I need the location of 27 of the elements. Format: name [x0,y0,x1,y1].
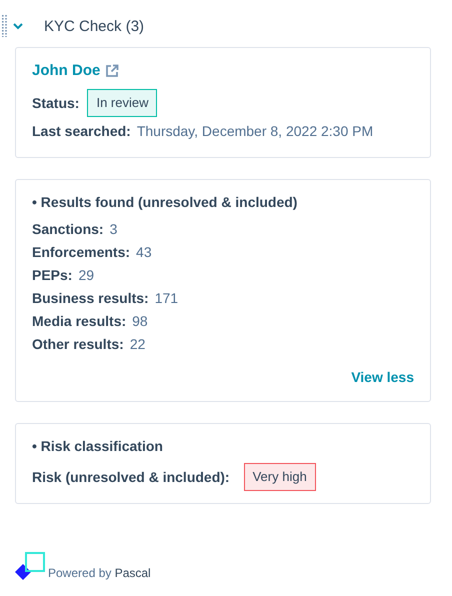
field-label: Risk (unresolved & included): [32,468,230,487]
external-link-icon[interactable] [105,64,120,78]
section-heading: • Risk classification [32,438,164,454]
field-value: 98 [132,312,148,331]
field-value: 3 [110,220,118,239]
field-label: Media results: [32,312,126,331]
section-title[interactable]: KYC Check (3) [44,18,144,34]
section-heading: • Results found (unresolved & included) [32,194,298,210]
field-value: Thursday, December 8, 2022 2:30 PM [136,122,374,141]
powered-by-text: Powered by Pascal [48,566,151,580]
field-label: Enforcements: [32,243,130,262]
status-tag: In review [87,89,158,117]
drag-handle-icon[interactable] [2,15,7,37]
field-label: Status: [32,94,80,113]
field-label: Other results: [32,335,124,354]
field-value: 43 [136,243,152,262]
profile-link[interactable]: John Doe [32,62,100,79]
status-tag: Very high [244,463,316,491]
view-less-link[interactable]: View less [351,369,414,385]
logo-icon [13,552,45,580]
field-label: Last searched: [32,122,131,141]
field-value: 22 [130,335,146,354]
field-label: Business results: [32,289,149,308]
field-value: 29 [78,266,94,285]
field-label: Sanctions: [32,220,104,239]
field-label: PEPs: [32,266,72,285]
field-value: 171 [154,289,178,308]
